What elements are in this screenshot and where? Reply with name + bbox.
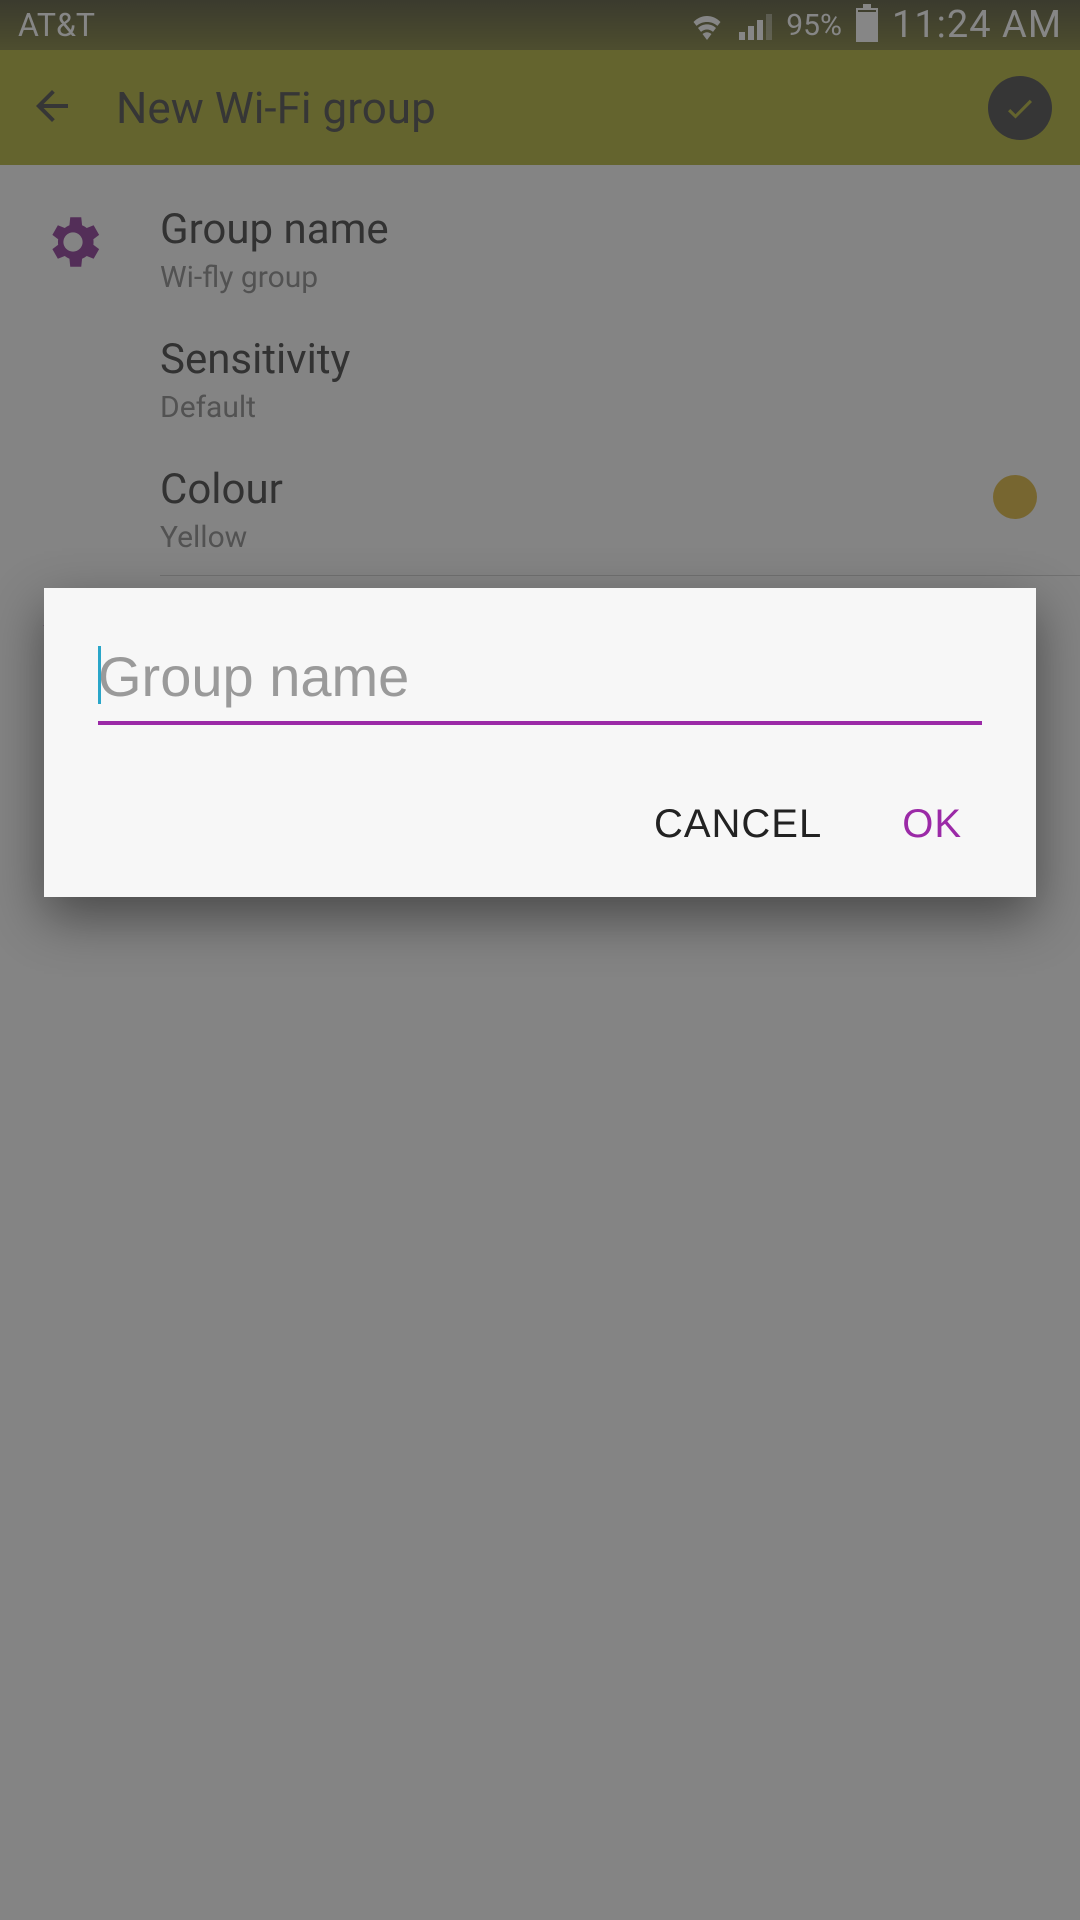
group-name-field[interactable] — [98, 638, 982, 732]
ok-button[interactable]: OK — [902, 802, 962, 847]
group-name-input[interactable] — [98, 638, 982, 725]
cancel-button[interactable]: CANCEL — [654, 802, 822, 847]
dialog-actions: CANCEL OK — [98, 802, 982, 867]
modal-scrim[interactable] — [0, 0, 1080, 1920]
group-name-dialog: CANCEL OK — [44, 588, 1036, 897]
text-caret — [98, 646, 101, 704]
